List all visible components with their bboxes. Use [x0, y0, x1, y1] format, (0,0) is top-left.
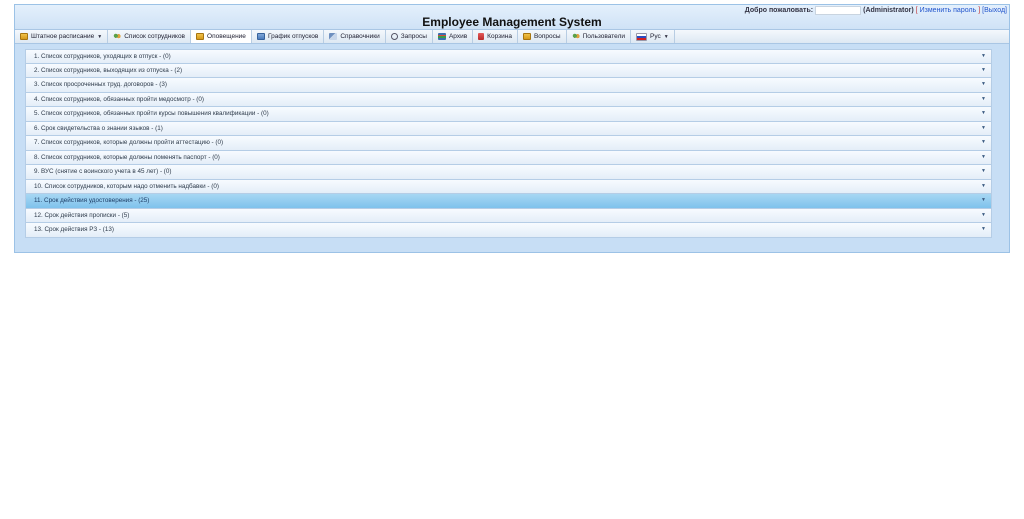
app-title: Employee Management System [422, 15, 602, 29]
menu-label: Штатное расписание [31, 33, 95, 40]
header-bar: Добро пожаловать: (Administrator) [Измен… [15, 5, 1009, 29]
archive-icon [437, 33, 446, 40]
chevron-down-icon: ▼ [981, 211, 986, 218]
logout-link[interactable]: [Выход] [982, 7, 1007, 14]
notification-accordion: 1. Список сотрудников, уходящих в отпуск… [25, 49, 992, 238]
menu-label: Корзина [487, 33, 512, 40]
row-label: 2. Список сотрудников, выходящих из отпу… [34, 66, 183, 74]
accordion-row[interactable]: 7. Список сотрудников, которые должны пр… [25, 136, 992, 151]
accordion-row[interactable]: 5. Список сотрудников, обязанных пройти … [25, 107, 992, 122]
welcome-label: Добро пожаловать: [744, 7, 814, 14]
row-label: 9. ВУС (снятие с воинского учета в 45 ле… [34, 168, 172, 176]
accordion-row[interactable]: 9. ВУС (снятие с воинского учета в 45 ле… [25, 165, 992, 180]
app-frame: Добро пожаловать: (Administrator) [Измен… [14, 4, 1010, 253]
menu-staff-schedule[interactable]: Штатное расписание ▼ [15, 30, 109, 43]
menu-trash[interactable]: Корзина [473, 30, 518, 43]
chevron-down-icon: ▼ [981, 53, 986, 59]
chevron-down-icon: ▼ [663, 33, 669, 40]
chevron-down-icon: ▼ [981, 95, 986, 102]
chevron-down-icon: ▼ [981, 168, 986, 174]
welcome-area: Добро пожаловать: (Administrator) [Измен… [745, 6, 1007, 15]
accordion-row[interactable]: 4. Список сотрудников, обязанных пройти … [25, 92, 992, 107]
row-label: 3. Список просроченных труд. договоров -… [34, 81, 167, 89]
accordion-row[interactable]: 1. Список сотрудников, уходящих в отпуск… [25, 49, 992, 64]
menu-label: Рус [650, 33, 661, 40]
accordion-row[interactable]: 10. Список сотрудников, которым надо отм… [25, 179, 992, 194]
users-icon [571, 33, 580, 40]
chevron-down-icon: ▼ [981, 226, 986, 232]
menu-label: Запросы [400, 33, 427, 40]
chevron-down-icon: ▼ [981, 153, 986, 160]
accordion-row[interactable]: 13. Срок действия РЗ - (13) ▼ [25, 223, 992, 238]
row-label: 7. Список сотрудников, которые должны пр… [34, 139, 224, 147]
chevron-down-icon: ▼ [981, 197, 986, 203]
menu-label: Архив [448, 33, 468, 40]
menu-users[interactable]: Пользователи [567, 30, 631, 43]
menu-label: Справочники [340, 33, 380, 40]
menu-label: Пользователи [582, 33, 625, 40]
menu-label: Оповещение [207, 33, 246, 40]
bracket-open: [ [915, 7, 918, 14]
chevron-down-icon: ▼ [981, 66, 986, 73]
trash-icon [478, 33, 485, 40]
row-label: 13. Срок действия РЗ - (13) [34, 226, 114, 234]
row-label: 11. Срок действия удостоверения - (25) [34, 197, 150, 205]
row-label: 8. Список сотрудников, которые должны по… [34, 153, 220, 161]
chevron-down-icon: ▼ [981, 110, 986, 116]
accordion-row[interactable]: 2. Список сотрудников, выходящих из отпу… [25, 63, 992, 78]
menu-language[interactable]: Рус ▼ [631, 30, 675, 43]
accordion-row[interactable]: 6. Срок свидетельства о знании языков - … [25, 121, 992, 136]
row-label: 10. Список сотрудников, которым надо отм… [34, 182, 219, 190]
accordion-row[interactable]: 12. Срок действия прописки - (5) ▼ [25, 208, 992, 223]
menu-label: Вопросы [533, 33, 561, 40]
flag-icon [636, 32, 647, 41]
bracket-close: ] [978, 7, 981, 14]
accordion-row[interactable]: 3. Список просроченных труд. договоров -… [25, 78, 992, 93]
chevron-down-icon: ▼ [981, 124, 986, 131]
accordion-row-selected[interactable]: 11. Срок действия удостоверения - (25) ▼ [25, 194, 992, 209]
main-menu: Штатное расписание ▼ Список сотрудников … [15, 29, 1009, 44]
grid-icon [20, 33, 28, 40]
users-icon [113, 33, 122, 40]
chevron-down-icon: ▼ [981, 139, 986, 145]
row-label: 4. Список сотрудников, обязанных пройти … [34, 95, 204, 103]
menu-label: График отпусков [267, 33, 319, 40]
grid-icon [196, 33, 205, 40]
menu-questions[interactable]: Вопросы [518, 30, 567, 43]
chevron-down-icon: ▼ [981, 182, 986, 189]
menu-vacation-schedule[interactable]: График отпусков [252, 30, 325, 43]
menu-archive[interactable]: Архив [433, 30, 474, 43]
change-password-link[interactable]: Изменить пароль [920, 7, 977, 14]
schedule-icon [256, 33, 265, 40]
row-label: 12. Срок действия прописки - (5) [34, 211, 130, 219]
user-role: (Administrator) [863, 7, 914, 14]
search-icon [390, 33, 398, 40]
menu-employee-list[interactable]: Список сотрудников [108, 30, 192, 43]
username-box [815, 6, 862, 15]
menu-label: Список сотрудников [124, 33, 186, 40]
accordion-row[interactable]: 8. Список сотрудников, которые должны по… [25, 150, 992, 165]
row-label: 5. Список сотрудников, обязанных пройти … [34, 110, 269, 118]
row-label: 6. Срок свидетельства о знании языков - … [34, 124, 163, 132]
menu-references[interactable]: Справочники [324, 30, 386, 43]
chevron-down-icon: ▼ [981, 81, 986, 87]
chevron-down-icon: ▼ [97, 33, 103, 40]
row-label: 1. Список сотрудников, уходящих в отпуск… [34, 52, 171, 60]
menu-notifications[interactable]: Оповещение [191, 30, 252, 43]
help-icon [522, 33, 531, 40]
book-icon [329, 33, 338, 40]
menu-queries[interactable]: Запросы [386, 30, 433, 43]
